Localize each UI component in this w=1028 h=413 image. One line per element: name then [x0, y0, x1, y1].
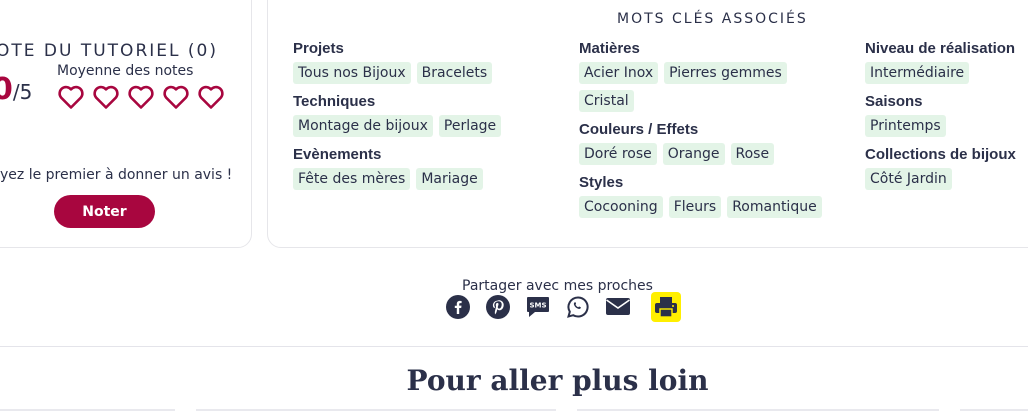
more-title: Pour aller plus loin	[406, 364, 709, 397]
email-icon[interactable]	[605, 294, 631, 320]
first-review-text: yez le premier à donner un avis !	[0, 167, 233, 183]
rate-button[interactable]: Noter	[54, 195, 155, 228]
pinterest-icon[interactable]	[485, 294, 511, 320]
keywords-column: Niveau de réalisation Intermédiaire Sais…	[865, 40, 1016, 199]
keyword-group-title: Projets	[293, 40, 344, 57]
heart-icon[interactable]	[127, 84, 155, 110]
keyword-group: Saisons Printemps	[865, 93, 1016, 137]
keyword-tag[interactable]: Rose	[730, 143, 775, 165]
rating-score-value: 0	[0, 72, 13, 107]
keyword-tag[interactable]: Mariage	[416, 168, 483, 190]
keyword-group-title: Techniques	[293, 93, 376, 110]
heart-icon[interactable]	[162, 84, 190, 110]
keyword-group: Projets Tous nos Bijoux Bracelets	[293, 40, 501, 84]
keyword-group: Niveau de réalisation Intermédiaire	[865, 40, 1016, 84]
keyword-tag[interactable]: Cristal	[579, 90, 634, 112]
keyword-tag[interactable]: Fleurs	[668, 196, 722, 218]
keyword-tag[interactable]: Romantique	[727, 196, 822, 218]
average-label: Moyenne des notes	[57, 63, 194, 79]
svg-text:SMS: SMS	[529, 302, 546, 310]
keyword-group-title: Styles	[579, 174, 624, 191]
keyword-group: Matières Acier Inox Pierres gemmes Crist…	[579, 40, 839, 112]
rating-score-max: /5	[12, 80, 33, 104]
keyword-tag[interactable]: Intermédiaire	[865, 62, 970, 84]
keywords-column: Projets Tous nos Bijoux Bracelets Techni…	[293, 40, 502, 199]
keyword-tag[interactable]: Perlage	[438, 115, 502, 137]
print-icon[interactable]	[651, 292, 681, 322]
keyword-tag[interactable]: Bracelets	[416, 62, 493, 84]
card-divider	[577, 409, 939, 411]
facebook-icon[interactable]	[445, 294, 471, 320]
keyword-group-title: Evènements	[293, 146, 382, 163]
keywords-column: Matières Acier Inox Pierres gemmes Crist…	[579, 40, 839, 227]
share-icons: SMS	[445, 292, 681, 322]
keyword-tag[interactable]: Cocooning	[579, 196, 663, 218]
whatsapp-icon[interactable]	[565, 294, 591, 320]
keyword-tag[interactable]: Tous nos Bijoux	[293, 62, 411, 84]
keyword-tag[interactable]: Acier Inox	[579, 62, 659, 84]
heart-icon[interactable]	[197, 84, 225, 110]
keyword-tag[interactable]: Côté Jardin	[865, 168, 952, 190]
section-divider	[0, 346, 1028, 347]
keyword-tag[interactable]: Montage de bijoux	[293, 115, 433, 137]
card-divider	[196, 409, 556, 411]
rating-title: OTE DU TUTORIEL (0)	[0, 41, 218, 61]
keyword-group: Evènements Fête des mères Mariage	[293, 146, 501, 190]
heart-icon[interactable]	[57, 84, 85, 110]
card-divider	[960, 409, 1028, 411]
keyword-tag[interactable]: Printemps	[865, 115, 946, 137]
keyword-tag[interactable]: Pierres gemmes	[664, 62, 787, 84]
keyword-group: Techniques Montage de bijoux Perlage	[293, 93, 502, 137]
keyword-group-title: Collections de bijoux	[865, 146, 1016, 163]
card-divider	[0, 409, 175, 411]
rating-score: 0/5	[0, 72, 32, 107]
keyword-group: Styles Cocooning Fleurs Romantique	[579, 174, 839, 218]
sms-icon[interactable]: SMS	[525, 294, 551, 320]
keyword-group-title: Niveau de réalisation	[865, 40, 1016, 57]
heart-rating[interactable]	[57, 84, 225, 110]
heart-icon[interactable]	[92, 84, 120, 110]
keyword-tag[interactable]: Orange	[662, 143, 725, 165]
keyword-group-title: Couleurs / Effets	[579, 121, 699, 138]
keyword-tag[interactable]: Doré rose	[579, 143, 657, 165]
keyword-group: Collections de bijoux Côté Jardin	[865, 146, 1016, 190]
keyword-group-title: Matières	[579, 40, 640, 57]
keywords-title: MOTS CLÉS ASSOCIÉS	[617, 11, 808, 27]
keyword-group-title: Saisons	[865, 93, 923, 110]
keyword-tag[interactable]: Fête des mères	[293, 168, 411, 190]
keyword-group: Couleurs / Effets Doré rose Orange Rose	[579, 121, 839, 165]
